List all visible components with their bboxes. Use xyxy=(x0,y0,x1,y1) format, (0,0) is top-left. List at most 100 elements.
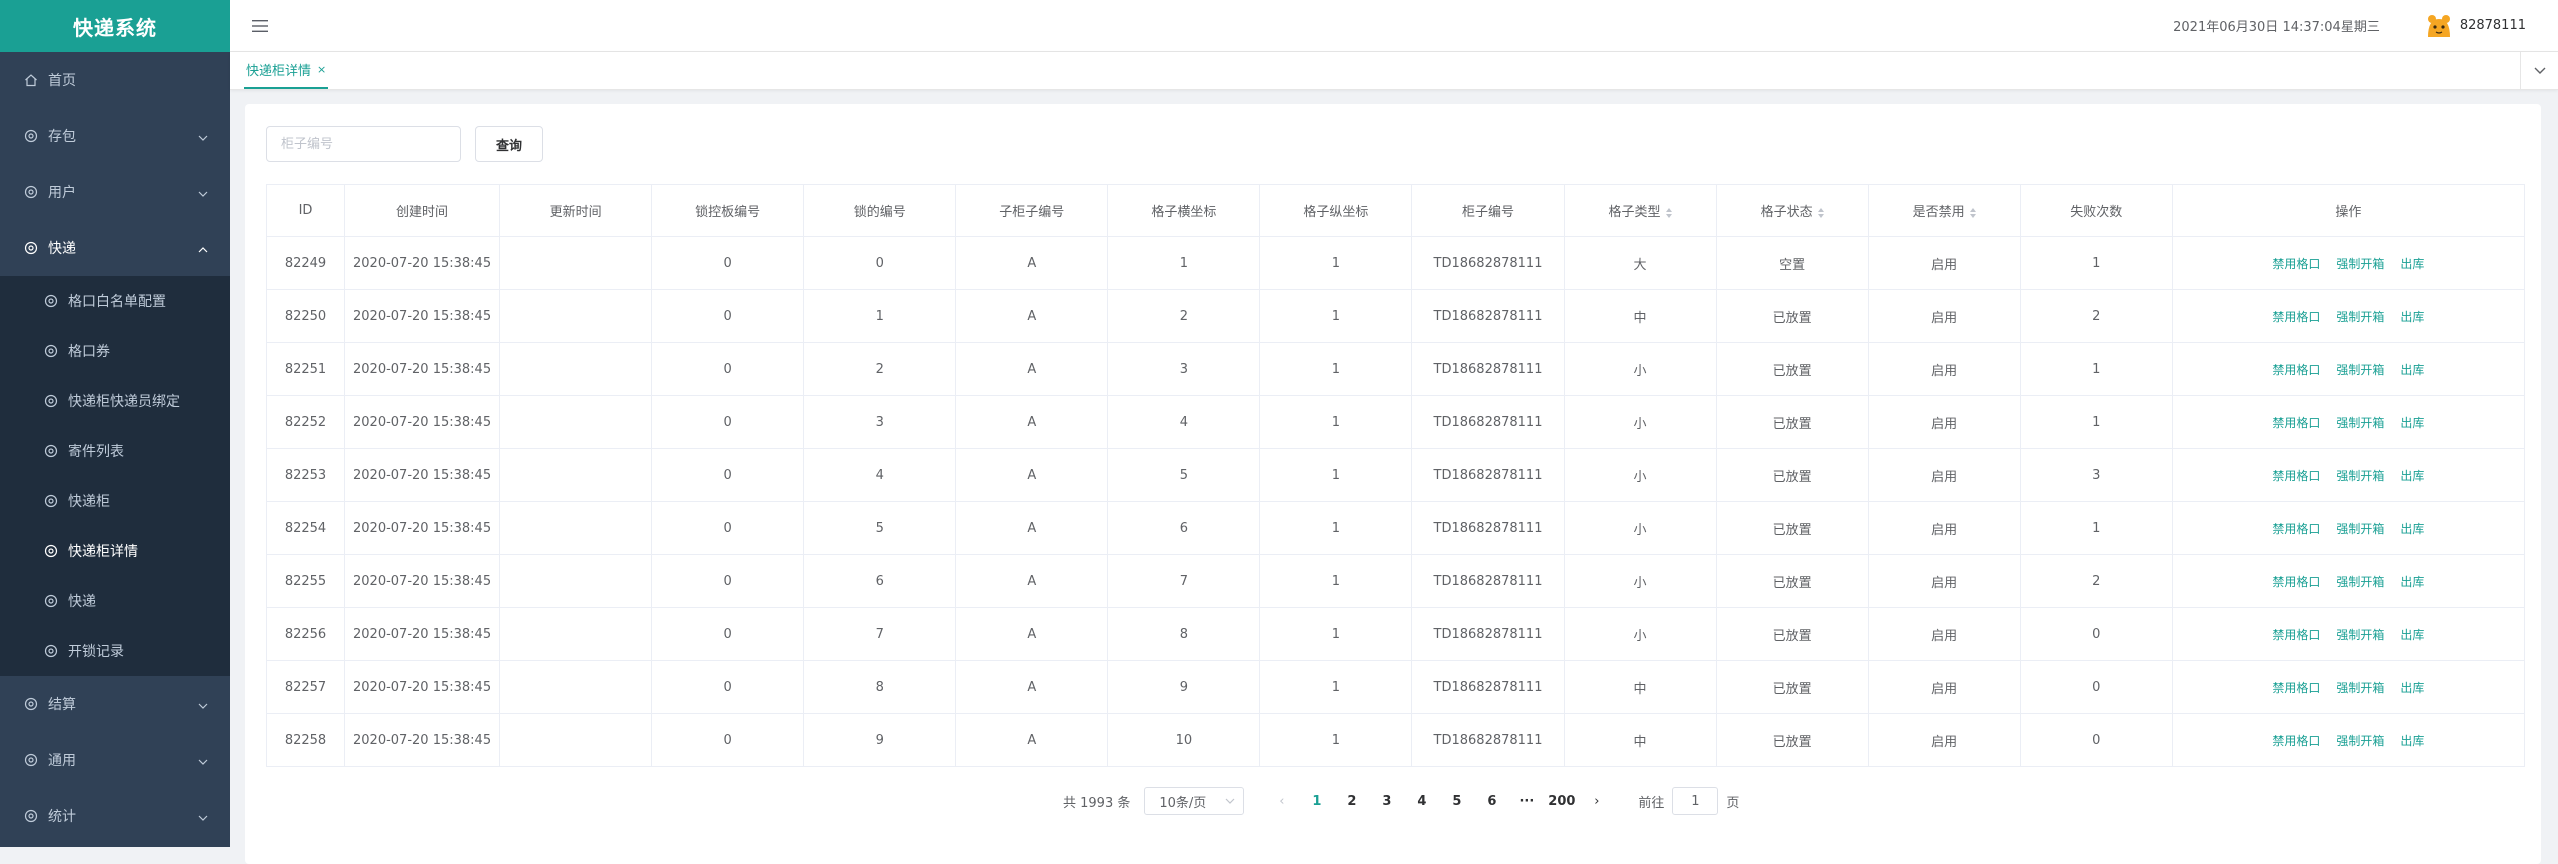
force-open-link[interactable]: 强制开箱 xyxy=(2336,681,2384,695)
disable-slot-link[interactable]: 禁用格口 xyxy=(2272,734,2320,748)
table-cell: 1 xyxy=(1107,236,1261,290)
sidebar-item-6[interactable]: 统计 xyxy=(0,788,230,844)
next-page-button[interactable]: › xyxy=(1579,787,1614,815)
goto-label: 前往 xyxy=(1638,795,1665,811)
sidebar-subitem-4[interactable]: 快递柜 xyxy=(0,476,230,526)
pagination: 共 1993 条 10条/页 ‹ 123456···200 › 前往 页 xyxy=(1063,787,1739,815)
force-open-link[interactable]: 强制开箱 xyxy=(2336,416,2384,430)
disable-slot-link[interactable]: 禁用格口 xyxy=(2272,575,2320,589)
column-header[interactable]: 格子类型 xyxy=(1563,184,1717,237)
table-cell: 2020-07-20 15:38:45 xyxy=(344,289,501,343)
force-open-link[interactable]: 强制开箱 xyxy=(2336,469,2384,483)
goto-page-input[interactable] xyxy=(1672,787,1719,815)
disable-slot-link[interactable]: 禁用格口 xyxy=(2272,469,2320,483)
gear-icon xyxy=(24,185,38,199)
checkout-link[interactable]: 出库 xyxy=(2400,310,2424,324)
force-open-link[interactable]: 强制开箱 xyxy=(2336,575,2384,589)
page-button[interactable]: 200 xyxy=(1544,787,1579,815)
table-cell xyxy=(499,395,653,449)
checkout-link[interactable]: 出库 xyxy=(2400,416,2424,430)
disable-slot-link[interactable]: 禁用格口 xyxy=(2272,257,2320,271)
table-cell: 4 xyxy=(803,448,957,502)
gear-icon xyxy=(44,644,58,658)
avatar[interactable] xyxy=(2424,11,2454,41)
checkout-link[interactable]: 出库 xyxy=(2400,363,2424,377)
column-header[interactable]: 格子状态 xyxy=(1715,184,1869,237)
sidebar-item-0[interactable]: 首页 xyxy=(0,52,230,108)
checkout-link[interactable]: 出库 xyxy=(2400,469,2424,483)
force-open-link[interactable]: 强制开箱 xyxy=(2336,522,2384,536)
page-button[interactable]: 6 xyxy=(1474,787,1509,815)
chevron-down-icon[interactable] xyxy=(2520,52,2558,90)
sidebar-item-3[interactable]: 快递 xyxy=(0,220,230,276)
sidebar-item-4[interactable]: 结算 xyxy=(0,676,230,732)
sidebar-subitem-0[interactable]: 格口白名单配置 xyxy=(0,276,230,326)
page-size-select[interactable]: 10条/页 xyxy=(1144,787,1245,815)
tab-express-cabinet-detail[interactable]: 快递柜详情 × xyxy=(244,51,329,89)
column-header: 格子纵坐标 xyxy=(1259,184,1413,237)
page-button[interactable]: 5 xyxy=(1439,787,1474,815)
force-open-link[interactable]: 强制开箱 xyxy=(2336,628,2384,642)
checkout-link[interactable]: 出库 xyxy=(2400,628,2424,642)
more-pages-button[interactable]: ··· xyxy=(1509,787,1544,815)
table-cell: 小 xyxy=(1563,554,1717,608)
column-header[interactable]: 是否禁用 xyxy=(1867,184,2021,237)
close-icon[interactable]: × xyxy=(317,63,326,76)
sidebar-item-2[interactable]: 用户 xyxy=(0,164,230,220)
sidebar-item-1[interactable]: 存包 xyxy=(0,108,230,164)
content-card: 查询 ID 创建时间 更新时间 锁控板编号 锁的编号 子柜子编号 格子横坐标 格子纵坐标 柜子编… xyxy=(245,104,2541,864)
force-open-link[interactable]: 强制开箱 xyxy=(2336,363,2384,377)
disable-slot-link[interactable]: 禁用格口 xyxy=(2272,416,2320,430)
tags-view: 快递柜详情 × xyxy=(230,52,2558,90)
checkout-link[interactable]: 出库 xyxy=(2400,681,2424,695)
checkout-link[interactable]: 出库 xyxy=(2400,257,2424,271)
total-count: 共 1993 条 xyxy=(1063,795,1131,811)
checkout-link[interactable]: 出库 xyxy=(2400,575,2424,589)
username[interactable]: 82878111 xyxy=(2460,18,2526,33)
disable-slot-link[interactable]: 禁用格口 xyxy=(2272,522,2320,536)
disable-slot-link[interactable]: 禁用格口 xyxy=(2272,363,2320,377)
table-cell xyxy=(499,448,653,502)
sidebar-subitem-2[interactable]: 快递柜快递员绑定 xyxy=(0,376,230,426)
sidebar-subitem-5[interactable]: 快递柜详情 xyxy=(0,526,230,576)
prev-page-button[interactable]: ‹ xyxy=(1264,787,1299,815)
column-header-label: 是否禁用 xyxy=(1912,205,1965,220)
sort-caret-icon[interactable] xyxy=(1969,207,1976,218)
sidebar-item-5[interactable]: 通用 xyxy=(0,732,230,788)
sidebar-item-label: 存包 xyxy=(48,129,76,145)
disable-slot-link[interactable]: 禁用格口 xyxy=(2272,681,2320,695)
hamburger-menu-icon[interactable] xyxy=(250,16,270,36)
checkout-link[interactable]: 出库 xyxy=(2400,734,2424,748)
checkout-link[interactable]: 出库 xyxy=(2400,522,2424,536)
disable-slot-link[interactable]: 禁用格口 xyxy=(2272,628,2320,642)
sidebar-subitem-1[interactable]: 格口券 xyxy=(0,326,230,376)
table-cell xyxy=(499,501,653,555)
sidebar-subitem-6[interactable]: 快递 xyxy=(0,576,230,626)
sidebar-subitem-7[interactable]: 开锁记录 xyxy=(0,626,230,676)
sort-caret-icon[interactable] xyxy=(1665,207,1672,218)
home-icon xyxy=(24,73,38,87)
cabinet-number-input[interactable] xyxy=(266,126,461,162)
table-cell: TD18682878111 xyxy=(1411,236,1565,290)
gear-icon xyxy=(44,494,58,508)
table-cell: 启用 xyxy=(1867,607,2021,661)
table-cell: 1 xyxy=(1259,660,1413,714)
table-cell: 1 xyxy=(1259,501,1413,555)
disable-slot-link[interactable]: 禁用格口 xyxy=(2272,310,2320,324)
table-cell: 小 xyxy=(1563,501,1717,555)
page-button[interactable]: 4 xyxy=(1404,787,1439,815)
force-open-link[interactable]: 强制开箱 xyxy=(2336,310,2384,324)
query-button[interactable]: 查询 xyxy=(475,126,544,162)
sidebar-menu: 首页 存包 用户 快递 格口白名单配置 格口券 快递柜快递员绑定 寄件列表 快递柜 快递柜详情 快递… xyxy=(0,52,230,844)
page-numbers: 1 2 3 4 5 6 ··· 200 xyxy=(1299,787,1579,815)
actions-cell: 禁用格口 强制开箱 出库 xyxy=(2171,448,2526,502)
sidebar-item-label: 快递 xyxy=(48,241,76,257)
page-button[interactable]: 1 xyxy=(1299,787,1334,815)
page-button[interactable]: 2 xyxy=(1334,787,1369,815)
sort-caret-icon[interactable] xyxy=(1817,207,1824,218)
page-button[interactable]: 3 xyxy=(1369,787,1404,815)
column-header: 创建时间 xyxy=(344,184,501,237)
force-open-link[interactable]: 强制开箱 xyxy=(2336,257,2384,271)
sidebar-subitem-3[interactable]: 寄件列表 xyxy=(0,426,230,476)
force-open-link[interactable]: 强制开箱 xyxy=(2336,734,2384,748)
